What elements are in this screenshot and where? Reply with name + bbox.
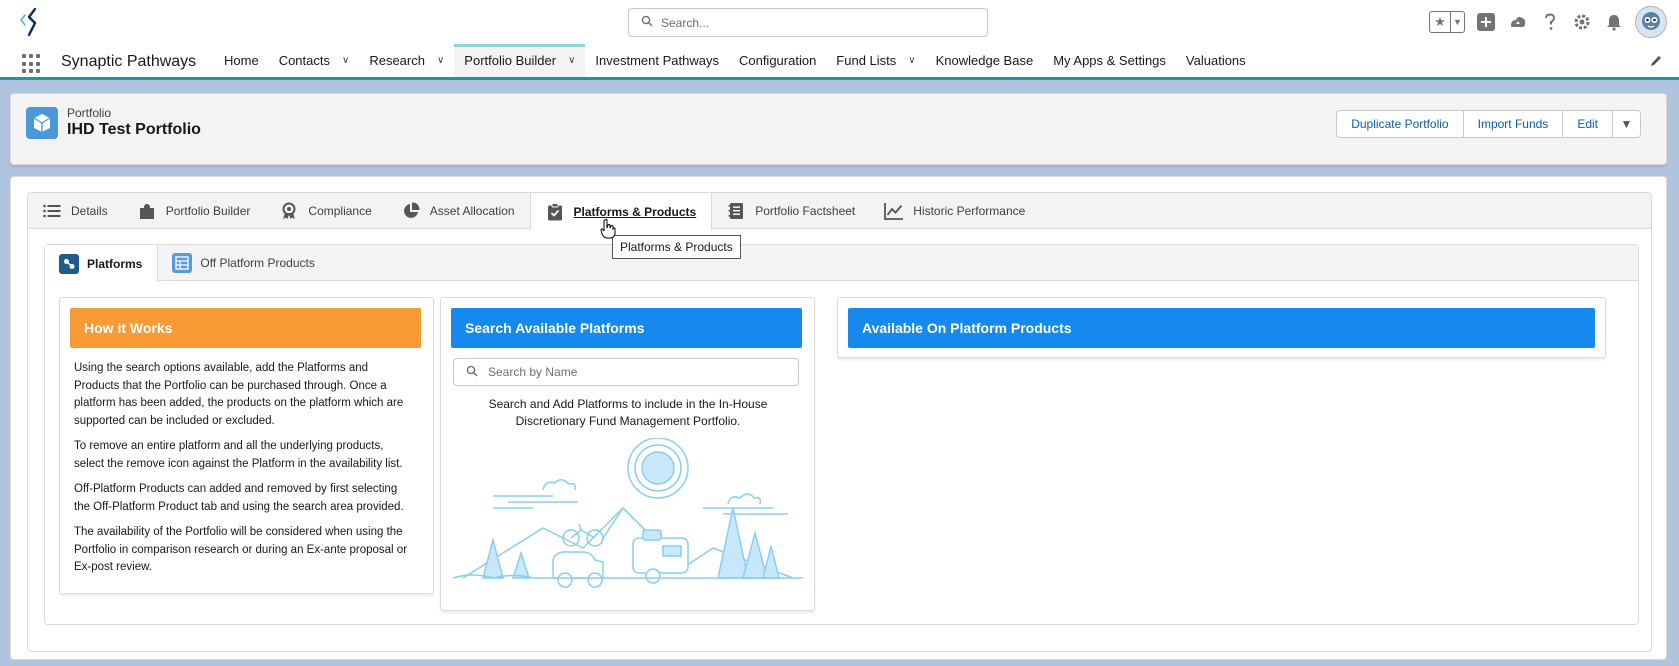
bell-icon[interactable] [1603, 11, 1625, 33]
search-icon [641, 15, 653, 30]
how-it-works-title: How it Works [70, 308, 421, 348]
camping-illustration [452, 437, 803, 601]
more-actions-button[interactable]: ▼ [1613, 110, 1641, 138]
nav-item-my-apps-settings[interactable]: My Apps & Settings [1043, 44, 1176, 77]
award-icon [279, 201, 299, 221]
help-icon[interactable] [1539, 11, 1561, 33]
chevron-down-icon[interactable]: ∨ [908, 55, 915, 66]
record-header: Portfolio IHD Test Portfolio Duplicate P… [10, 93, 1667, 165]
how-it-works-paragraph: Off-Platform Products can added and remo… [74, 483, 404, 513]
how-it-works-paragraph: Using the search options available, add … [74, 362, 404, 427]
tab-portfolio-builder[interactable]: Portfolio Builder [123, 193, 266, 229]
nav-item-portfolio-builder[interactable]: Portfolio Builder ∨ [454, 44, 586, 77]
nav-item-knowledge-base[interactable]: Knowledge Base [926, 44, 1044, 77]
chevron-down-icon[interactable]: ∨ [342, 55, 349, 66]
nav-item-home[interactable]: Home [214, 44, 269, 77]
pencil-icon[interactable] [1649, 54, 1663, 71]
puzzle-icon [137, 201, 157, 221]
gear-icon[interactable] [1571, 11, 1593, 33]
available-products-title: Available On Platform Products [848, 308, 1595, 348]
subtab-off-platform-products[interactable]: Off Platform Products [158, 245, 330, 281]
record-actions: Duplicate Portfolio Import Funds Edit ▼ [1336, 110, 1641, 138]
how-it-works-card: How it Works Using the search options av… [59, 297, 434, 594]
caret-down-icon: ▼ [1620, 117, 1633, 131]
search-hint: Search and Add Platforms to include in t… [488, 397, 768, 428]
platform-search-box[interactable] [453, 358, 799, 386]
line-chart-icon [884, 201, 904, 221]
star-icon[interactable]: ★ [1430, 12, 1450, 32]
notebook-icon [726, 201, 746, 221]
app-name: Synaptic Pathways [61, 53, 197, 70]
nav-item-research[interactable]: Research ∨ [359, 44, 454, 77]
app-launcher-icon[interactable] [22, 54, 42, 74]
global-search-input[interactable] [661, 15, 961, 30]
subtab-bar: Platforms Off Platform Products [45, 245, 1638, 282]
available-products-card: Available On Platform Products [837, 297, 1606, 358]
tab-asset-allocation[interactable]: Asset Allocation [387, 193, 530, 229]
record-tabset: Details Portfolio Builder Compliance Ass… [27, 192, 1652, 652]
chevron-down-icon[interactable]: ▼ [1450, 12, 1464, 32]
nav-item-investment-pathways[interactable]: Investment Pathways [585, 44, 729, 77]
portfolio-cube-icon [26, 107, 58, 139]
tab-tooltip: Platforms & Products [612, 235, 741, 259]
global-search[interactable] [628, 8, 988, 37]
plus-icon[interactable] [1475, 11, 1497, 33]
platform-subtabset: Platforms Off Platform Products How it W… [44, 244, 1639, 625]
tab-portfolio-factsheet[interactable]: Portfolio Factsheet [712, 193, 870, 229]
subtab-platforms[interactable]: Platforms [45, 245, 159, 282]
tab-compliance[interactable]: Compliance [265, 193, 386, 229]
record-tab-bar: Details Portfolio Builder Compliance Ass… [28, 193, 1651, 230]
nav-item-contacts[interactable]: Contacts ∨ [269, 44, 360, 77]
record-type: Portfolio [67, 106, 112, 120]
tab-historic-performance[interactable]: Historic Performance [870, 193, 1040, 229]
nav-item-fund-lists[interactable]: Fund Lists ∨ [826, 44, 925, 77]
trailhead-icon[interactable] [1507, 11, 1529, 33]
how-it-works-body: Using the search options available, add … [74, 360, 414, 585]
search-platforms-title: Search Available Platforms [451, 308, 802, 348]
search-icon [466, 365, 478, 380]
search-platforms-card: Search Available Platforms Search and Ad… [440, 297, 815, 611]
list-icon [42, 201, 62, 221]
tab-details[interactable]: Details [28, 193, 123, 229]
import-funds-button[interactable]: Import Funds [1463, 110, 1564, 138]
clipboard-check-icon [545, 202, 565, 222]
platforms-icon [59, 253, 79, 274]
favorites-group: ★ ▼ [1429, 11, 1465, 33]
global-header: ★ ▼ [0, 0, 1679, 44]
chevron-down-icon[interactable]: ∨ [437, 55, 444, 66]
record-title: IHD Test Portfolio [67, 121, 201, 138]
table-icon [172, 253, 193, 273]
chevron-down-icon[interactable]: ∨ [568, 55, 575, 66]
how-it-works-paragraph: To remove an entire platform and all the… [74, 440, 403, 470]
hand-cursor-icon [600, 219, 616, 242]
pie-chart-icon [401, 201, 421, 221]
main-panel: Details Portfolio Builder Compliance Ass… [10, 176, 1667, 660]
how-it-works-paragraph: The availability of the Portfolio will b… [74, 526, 408, 573]
platform-search-input[interactable] [488, 365, 788, 379]
edit-button[interactable]: Edit [1563, 110, 1613, 138]
user-avatar[interactable] [1635, 6, 1667, 38]
app-logo[interactable] [16, 5, 50, 39]
nav-items: Home Contacts ∨ Research ∨ Portfolio Build… [214, 44, 1256, 77]
nav-item-configuration[interactable]: Configuration [729, 44, 826, 77]
tab-platforms-products[interactable]: Platforms & Products [529, 193, 713, 230]
app-navigation-bar: Synaptic Pathways Home Contacts ∨ Researc… [0, 44, 1679, 80]
nav-item-valuations[interactable]: Valuations [1176, 44, 1256, 77]
duplicate-portfolio-button[interactable]: Duplicate Portfolio [1336, 110, 1464, 138]
